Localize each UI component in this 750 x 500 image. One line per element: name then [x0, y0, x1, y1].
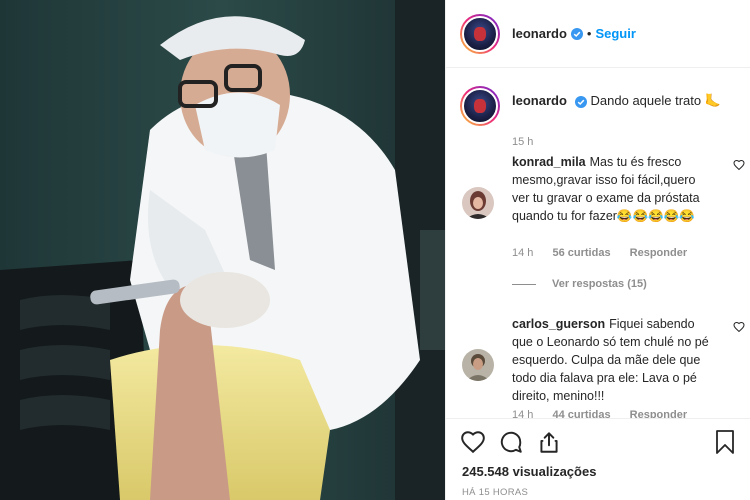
heart-icon[interactable]: [460, 429, 486, 455]
comment-meta: 14 h 44 curtidas Responder: [512, 409, 703, 418]
caption-age: 15 h: [512, 136, 534, 148]
view-replies-label: Ver respostas (15): [552, 278, 647, 290]
comment-text: konrad_mila Mas tu és fresco mesmo,gravar…: [512, 153, 712, 225]
foot-emoji: 🦶: [704, 93, 721, 108]
post-video[interactable]: [0, 0, 445, 500]
view-replies-button[interactable]: Ver respostas (15): [512, 278, 647, 290]
verified-icon: [574, 95, 587, 108]
commenter-avatar[interactable]: [462, 187, 494, 219]
caption-username[interactable]: leonardo: [512, 93, 567, 108]
comment-icon[interactable]: [498, 429, 524, 455]
post-timestamp[interactable]: HÁ 15 HORAS: [462, 487, 528, 498]
video-frame: [0, 0, 445, 500]
share-icon[interactable]: [536, 429, 562, 455]
replies-divider: [512, 283, 536, 285]
comments-list[interactable]: leonardo Dando aquele trato 🦶 15 h konra…: [446, 68, 750, 418]
comment-likes[interactable]: 56 curtidas: [552, 247, 610, 259]
heart-icon[interactable]: [733, 159, 745, 171]
commenter-avatar[interactable]: [462, 349, 494, 381]
author-username[interactable]: leonardo: [512, 26, 567, 41]
reply-button[interactable]: Responder: [630, 409, 687, 418]
post-header: leonardo • Seguir: [446, 0, 750, 68]
author-avatar[interactable]: [460, 13, 500, 54]
comment-age: 14 h: [512, 409, 534, 418]
view-count[interactable]: 245.548 visualizações: [462, 464, 596, 479]
follow-button[interactable]: Seguir: [595, 26, 635, 41]
comment-age: 14 h: [512, 247, 534, 259]
caption-body: Dando aquele trato: [590, 93, 702, 108]
separator-dot: •: [586, 26, 592, 41]
caption-text: leonardo Dando aquele trato 🦶: [512, 92, 742, 110]
caption-avatar[interactable]: [460, 86, 500, 126]
comment-username[interactable]: konrad_mila: [512, 155, 586, 169]
bookmark-icon[interactable]: [713, 429, 737, 455]
reply-button[interactable]: Responder: [630, 247, 687, 259]
comment-meta: 14 h 56 curtidas Responder: [512, 247, 703, 259]
action-icons: [460, 429, 574, 455]
post-side-panel: leonardo • Seguir leonardo Dando aquele …: [445, 0, 750, 500]
comment-text: carlos_guerson Fiquei sabendo que o Leona…: [512, 315, 712, 405]
verified-icon: [570, 27, 583, 40]
comment-likes[interactable]: 44 curtidas: [552, 409, 610, 418]
comment-username[interactable]: carlos_guerson: [512, 317, 605, 331]
heart-icon[interactable]: [733, 321, 745, 333]
post-actions: 245.548 visualizações HÁ 15 HORAS: [446, 418, 750, 500]
